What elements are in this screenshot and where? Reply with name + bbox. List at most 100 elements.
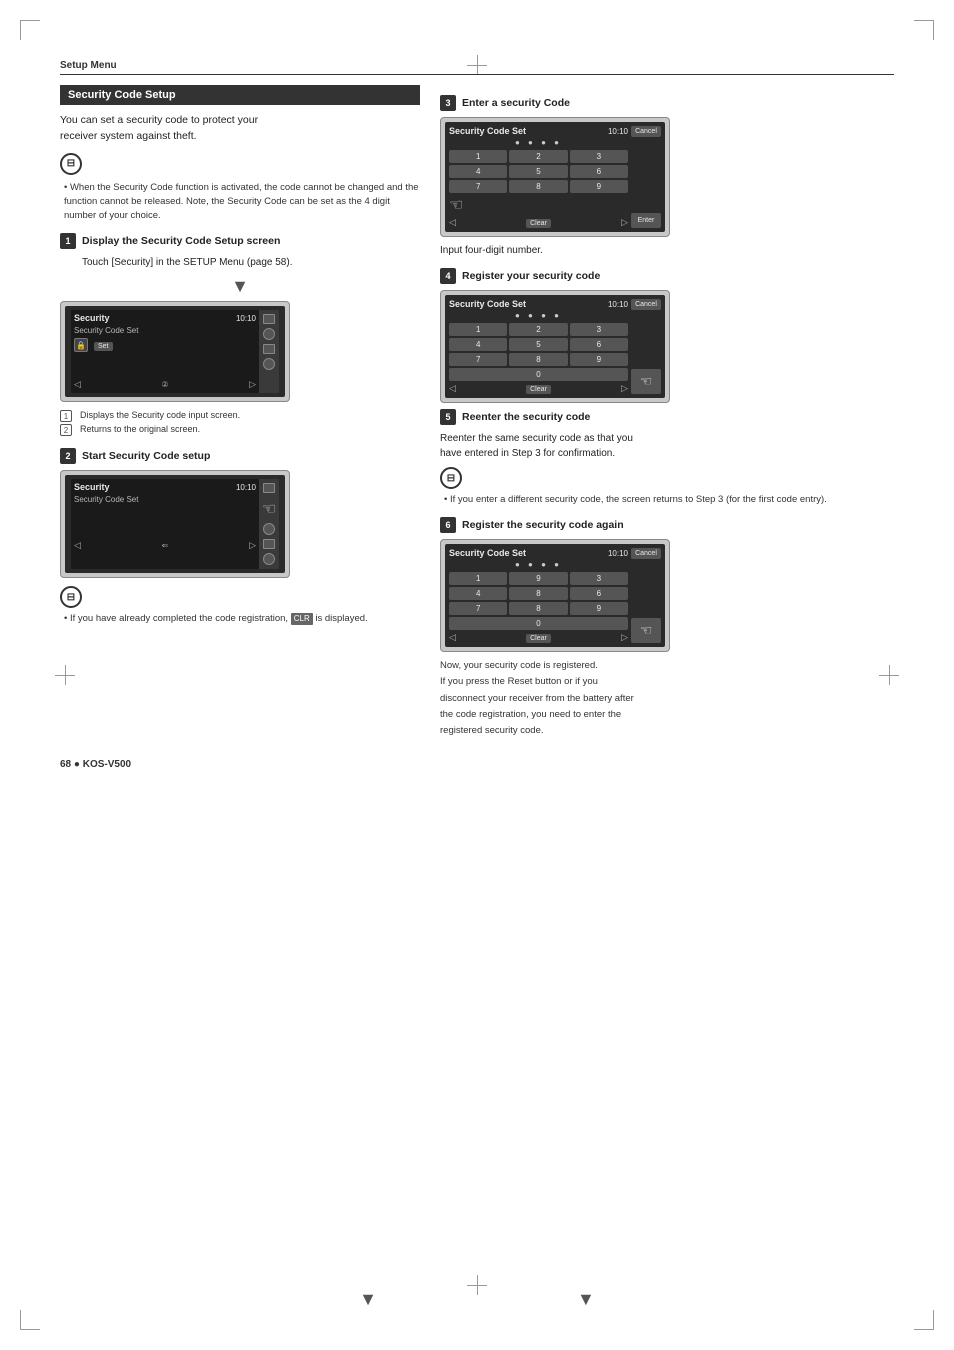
step-5-desc: Reenter the same security code as that y… xyxy=(440,431,894,461)
key-4-1[interactable]: 1 xyxy=(449,323,507,336)
cancel-button-4[interactable]: Cancel xyxy=(631,299,661,310)
key-6-2[interactable]: 9 xyxy=(509,572,567,585)
note-text-1: • When the Security Code function is act… xyxy=(64,181,420,224)
zero-row-6: 0 xyxy=(449,617,628,630)
clear-button-6[interactable]: Clear xyxy=(526,634,551,643)
numpad-dots-3: ● ● ● ● xyxy=(449,138,628,147)
zero-row-4: 0 xyxy=(449,368,628,381)
bottom-arrows: ▼ ▼ xyxy=(359,1289,595,1310)
step-1-title: Display the Security Code Setup screen xyxy=(82,235,280,247)
key-6-0[interactable]: 0 xyxy=(449,617,628,630)
step-5-title: Reenter the security code xyxy=(462,411,590,423)
enter-button-3[interactable]: Enter xyxy=(631,213,661,228)
note-text-2: • If you have already completed the code… xyxy=(64,612,420,626)
note-block-3: ⊟ xyxy=(440,467,894,489)
set-button[interactable]: Set xyxy=(94,342,113,351)
sidebar-icon-5 xyxy=(263,483,275,493)
sidebar-icon-7 xyxy=(263,539,275,549)
step-4-num: 4 xyxy=(440,268,456,284)
key-7[interactable]: 7 xyxy=(449,180,507,193)
key-4-6[interactable]: 6 xyxy=(570,338,628,351)
final-note: Now, your security code is registered. I… xyxy=(440,658,894,739)
key-4-3[interactable]: 3 xyxy=(570,323,628,336)
key-9[interactable]: 9 xyxy=(570,180,628,193)
annotation-2: 2 Returns to the original screen. xyxy=(60,424,420,436)
volume-icon-1: ◁ xyxy=(74,379,81,390)
numpad-grid-3: 1 2 3 4 5 6 7 8 9 xyxy=(449,150,628,193)
screen-title-2: Security xyxy=(74,482,110,492)
cancel-button-3[interactable]: Cancel xyxy=(631,126,661,137)
step-2-header: 2 Start Security Code setup xyxy=(60,448,420,464)
crop-mark-tr xyxy=(914,20,934,40)
screen-mockup-2: Security 10:10 Security Code Set ◁ ⇐ ▷ xyxy=(60,470,290,578)
key-2[interactable]: 2 xyxy=(509,150,567,163)
back-icon-1: ② xyxy=(161,380,168,389)
numpad-screen-time-6: 10:10 xyxy=(608,549,628,558)
cancel-button-6[interactable]: Cancel xyxy=(631,548,661,559)
screen-mockup-1: Security 10:10 Security Code Set 🔒 Set ◁ xyxy=(60,301,290,402)
numpad-screen-3: Security Code Set 10:10 ● ● ● ● 1 2 3 4 … xyxy=(440,117,670,237)
key-6-1[interactable]: 1 xyxy=(449,572,507,585)
sidebar-icon-4 xyxy=(263,358,275,370)
key-6-5[interactable]: 8 xyxy=(509,587,567,600)
right-column: 3 Enter a security Code Security Code Se… xyxy=(440,85,894,739)
key-4[interactable]: 4 xyxy=(449,165,507,178)
key-3[interactable]: 3 xyxy=(570,150,628,163)
key-4-4[interactable]: 4 xyxy=(449,338,507,351)
step-5-header: 5 Reenter the security code xyxy=(440,409,894,425)
enter-touch-icon-6: ☜ xyxy=(640,622,653,638)
key-6[interactable]: 6 xyxy=(570,165,628,178)
numpad-screen-4: Security Code Set 10:10 ● ● ● ● 1 2 3 4 … xyxy=(440,290,670,403)
step-2-num: 2 xyxy=(60,448,76,464)
step-6-num: 6 xyxy=(440,517,456,533)
step-3-desc: Input four-digit number. xyxy=(440,243,894,258)
key-4-2[interactable]: 2 xyxy=(509,323,567,336)
clear-button-4[interactable]: Clear xyxy=(526,385,551,394)
key-1[interactable]: 1 xyxy=(449,150,507,163)
security-icon: 🔒 xyxy=(74,338,88,352)
sidebar-icon-1 xyxy=(263,314,275,324)
key-4-9[interactable]: 9 xyxy=(570,353,628,366)
sidebar-icon-2 xyxy=(263,328,275,340)
key-5[interactable]: 5 xyxy=(509,165,567,178)
screen-subtitle-1: Security Code Set xyxy=(74,326,256,335)
nav-icon-1: ▷ xyxy=(249,379,256,390)
key-6-8[interactable]: 8 xyxy=(509,602,567,615)
key-4-7[interactable]: 7 xyxy=(449,353,507,366)
screen-time-1: 10:10 xyxy=(236,314,256,323)
page-number: 68 ● KOS-V500 xyxy=(60,759,894,770)
note-block-1: ⊟ xyxy=(60,153,420,175)
sidebar-icon-8 xyxy=(263,553,275,565)
key-4-5[interactable]: 5 xyxy=(509,338,567,351)
step-5-num: 5 xyxy=(440,409,456,425)
touch-icon-3: ☜ xyxy=(449,195,463,215)
numpad-screen-title-3: Security Code Set xyxy=(449,126,526,136)
key-6-3[interactable]: 3 xyxy=(570,572,628,585)
nav-icon-3: ▷ xyxy=(621,217,628,228)
key-6-7[interactable]: 7 xyxy=(449,602,507,615)
key-8[interactable]: 8 xyxy=(509,180,567,193)
volume-icon-2: ◁ xyxy=(74,540,81,551)
numpad-dots-4: ● ● ● ● xyxy=(449,311,628,320)
step-4-header: 4 Register your security code xyxy=(440,268,894,284)
back-icon-2: ⇐ xyxy=(162,541,169,550)
key-4-8[interactable]: 8 xyxy=(509,353,567,366)
key-6-9[interactable]: 9 xyxy=(570,602,628,615)
enter-button-4[interactable]: ☜ xyxy=(631,369,661,394)
annotation-1: 1 Displays the Security code input scree… xyxy=(60,410,420,422)
intro-text: You can set a security code to protect y… xyxy=(60,113,420,145)
key-6-6[interactable]: 6 xyxy=(570,587,628,600)
numpad-grid-4: 1 2 3 4 5 6 7 8 9 xyxy=(449,323,628,366)
note-text-3: • If you enter a different security code… xyxy=(444,493,894,507)
key-6-4[interactable]: 4 xyxy=(449,587,507,600)
sidebar-icon-6 xyxy=(263,523,275,535)
clear-button-3[interactable]: Clear xyxy=(526,219,551,228)
key-4-0[interactable]: 0 xyxy=(449,368,628,381)
nav-icon-2: ▷ xyxy=(249,540,256,551)
enter-button-6[interactable]: ☜ xyxy=(631,618,661,643)
screen-subtitle-2: Security Code Set xyxy=(74,495,256,504)
crop-mark-bl xyxy=(20,1310,40,1330)
numpad-screen-title-4: Security Code Set xyxy=(449,299,526,309)
step-6-header: 6 Register the security code again xyxy=(440,517,894,533)
step-1-num: 1 xyxy=(60,233,76,249)
